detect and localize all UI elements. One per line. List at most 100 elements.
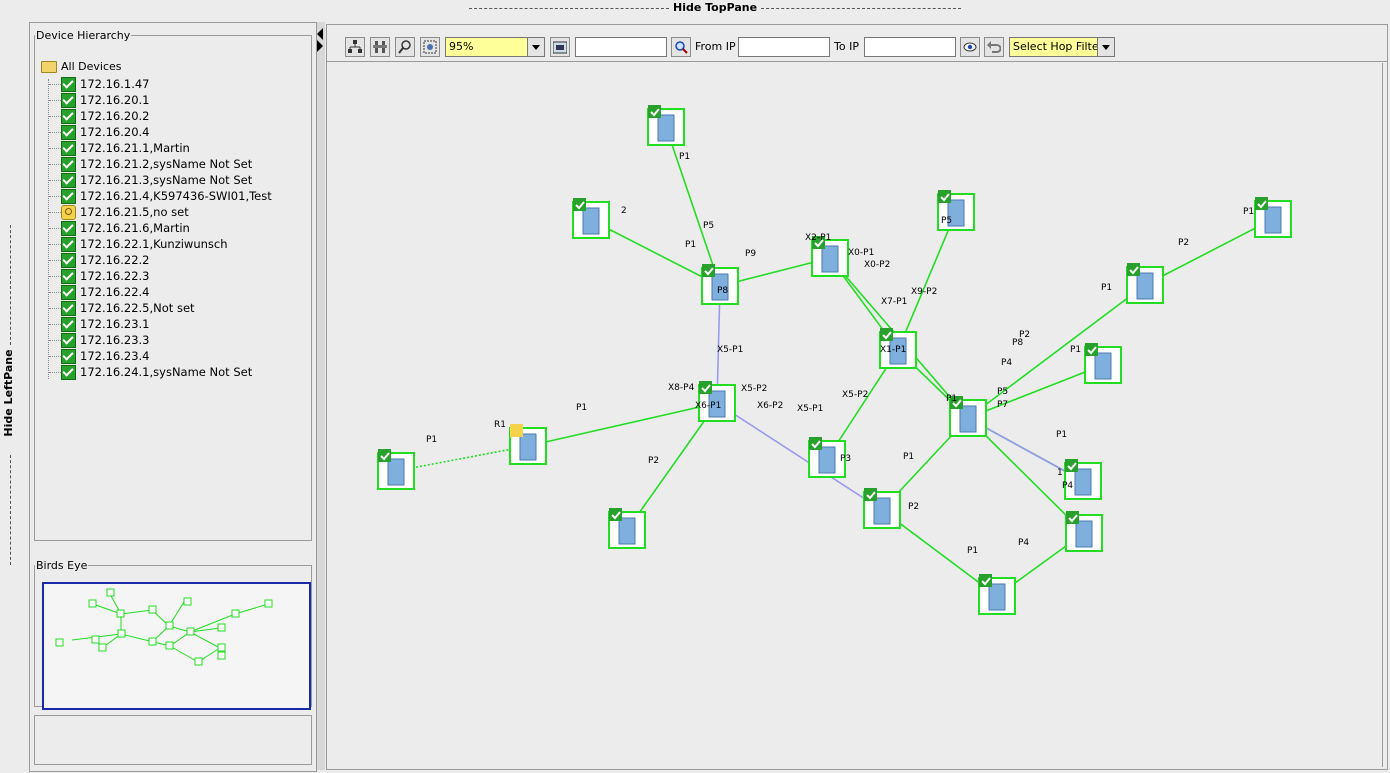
tree-item[interactable]: 172.16.24.1,sysName Not Set — [61, 364, 252, 380]
device-hierarchy-legend: Device Hierarchy — [36, 29, 131, 42]
port-label: P1 — [426, 435, 437, 445]
tree-item[interactable]: 172.16.1.47 — [61, 76, 150, 92]
device-node[interactable] — [608, 508, 646, 549]
topology-canvas[interactable]: P1 2 P5 P1 P9 X2-P1 X0-P1 X0-P2 P8 X7-P1 X9-P2 P5 P1… — [328, 63, 1385, 767]
tree-item[interactable]: 172.16.21.1,Martin — [61, 140, 190, 156]
tree-connector — [49, 228, 61, 229]
port-label: X8-P4 — [668, 383, 695, 393]
to-ip-input[interactable] — [864, 37, 956, 57]
magnifier-icon — [398, 40, 411, 54]
search-input[interactable] — [575, 37, 667, 57]
tree-item-label: 172.16.21.5,no set — [80, 205, 189, 219]
port-label: X5-P1 — [797, 404, 823, 414]
chevron-down-icon[interactable] — [1097, 38, 1114, 56]
zoom-in-button[interactable] — [395, 37, 415, 57]
device-node[interactable] — [377, 449, 415, 490]
tree-item[interactable]: 172.16.22.4 — [61, 284, 150, 300]
export-button[interactable] — [550, 37, 570, 57]
tree-item[interactable]: 172.16.21.4,K597436-SWI01,Test — [61, 188, 272, 204]
hide-toppane-toggle[interactable]: Hide TopPane — [465, 1, 965, 15]
tree-item[interactable]: 172.16.21.6,Martin — [61, 220, 190, 236]
tree-item[interactable]: 172.16.23.3 — [61, 332, 150, 348]
search-icon — [675, 41, 688, 54]
tree-root[interactable]: All Devices — [41, 60, 121, 76]
hide-leftpane-toggle[interactable]: Hide LeftPane — [0, 225, 20, 565]
search-button[interactable] — [671, 37, 691, 57]
birds-eye-map — [55, 588, 273, 666]
topology-graph[interactable]: P1 2 P5 P1 P9 X2-P1 X0-P1 X0-P2 P8 X7-P1 X9-P2 P5 P1… — [328, 63, 1380, 767]
port-label: X0-P2 — [864, 260, 890, 270]
hierarchy-layout-button[interactable] — [345, 37, 365, 57]
device-node[interactable] — [863, 488, 901, 529]
link-line[interactable] — [716, 402, 883, 511]
device-node[interactable] — [1254, 197, 1292, 238]
port-label: P7 — [997, 400, 1008, 410]
switch-icon — [821, 245, 839, 273]
undo-button[interactable] — [984, 37, 1004, 57]
tree-item[interactable]: 172.16.20.1 — [61, 92, 150, 108]
zoom-select[interactable]: 95% — [445, 37, 545, 57]
tree-connector — [49, 340, 61, 341]
hop-filter-select[interactable]: Select Hop Filter — [1009, 37, 1115, 57]
link-line[interactable] — [897, 211, 957, 351]
dash-bottom — [10, 455, 11, 565]
device-node[interactable] — [572, 198, 610, 239]
birds-eye-viewport[interactable] — [42, 582, 311, 710]
fit-view-button[interactable] — [420, 37, 440, 57]
tree-item[interactable]: 172.16.21.2,sysName Not Set — [61, 156, 252, 172]
device-node[interactable] — [701, 264, 739, 305]
tree-item[interactable]: 172.16.22.2 — [61, 252, 150, 268]
link-line[interactable] — [967, 364, 1104, 419]
port-label: P1 — [679, 152, 690, 162]
check-icon — [809, 437, 822, 450]
hop-filter-value: Select Hop Filter — [1013, 40, 1104, 53]
link-line[interactable] — [395, 445, 529, 472]
check-icon — [699, 381, 712, 394]
tree-item[interactable]: 172.16.23.1 — [61, 316, 150, 332]
tree-item-label: 172.16.23.4 — [80, 349, 150, 363]
tree-item-label: 172.16.1.47 — [80, 77, 150, 91]
switch-icon — [988, 583, 1006, 611]
tree-item-label: 172.16.20.4 — [80, 125, 150, 139]
link-line[interactable] — [527, 402, 718, 447]
port-label: X9-P2 — [911, 287, 937, 297]
device-node[interactable] — [1126, 263, 1164, 304]
check-icon — [702, 264, 715, 277]
collapse-left-arrow-icon[interactable] — [317, 28, 323, 40]
device-node[interactable] — [509, 424, 547, 465]
tree-item[interactable]: 172.16.21.5,no set — [61, 204, 189, 220]
tree-item[interactable]: 172.16.20.4 — [61, 124, 150, 140]
chevron-down-icon[interactable] — [527, 38, 544, 56]
vertical-scrollbar[interactable] — [1382, 63, 1387, 767]
device-node[interactable] — [1084, 343, 1122, 384]
zoom-value: 95% — [449, 40, 474, 53]
tree-item[interactable]: 172.16.22.3 — [61, 268, 150, 284]
link-line[interactable] — [626, 402, 718, 531]
tree-item[interactable]: 172.16.22.1,Kunziwunsch — [61, 236, 228, 252]
from-ip-input[interactable] — [738, 37, 830, 57]
device-node[interactable] — [978, 574, 1016, 615]
tree-connector — [49, 260, 61, 261]
port-label: P4 — [1001, 358, 1012, 368]
tree-item-label: 172.16.22.4 — [80, 285, 150, 299]
check-icon — [1065, 459, 1078, 472]
tree-item[interactable]: 172.16.22.5,Not set — [61, 300, 195, 316]
warning-icon — [510, 424, 523, 437]
tree-item[interactable]: 172.16.21.3,sysName Not Set — [61, 172, 252, 188]
link-line[interactable] — [1144, 218, 1274, 286]
settings-tools-button[interactable] — [370, 37, 390, 57]
device-node[interactable] — [1065, 511, 1103, 552]
tree-connector — [49, 100, 61, 101]
switch-icon — [873, 497, 891, 525]
tree-item-label: 172.16.22.1,Kunziwunsch — [80, 237, 228, 251]
switch-icon — [1075, 520, 1093, 548]
tree-item[interactable]: 172.16.20.2 — [61, 108, 150, 124]
pane-splitter[interactable] — [316, 22, 325, 770]
switch-icon — [387, 458, 405, 486]
view-path-button[interactable] — [960, 37, 980, 57]
expand-right-arrow-icon[interactable] — [317, 40, 323, 52]
tree-item[interactable]: 172.16.23.4 — [61, 348, 150, 364]
device-node[interactable] — [647, 105, 685, 146]
device-node[interactable] — [1064, 459, 1102, 500]
devices — [377, 105, 1292, 615]
